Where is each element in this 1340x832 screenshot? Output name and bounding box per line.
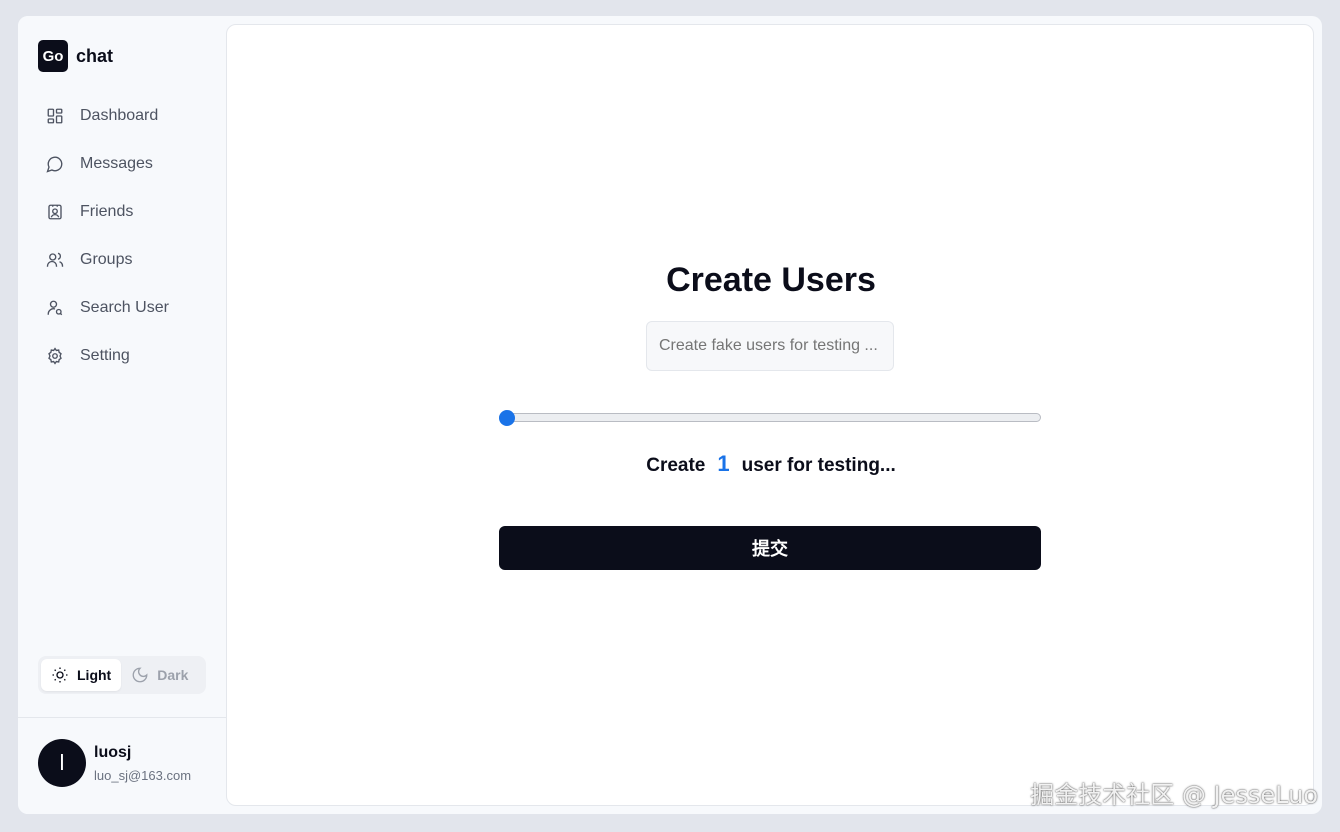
sidebar-item-groups[interactable]: Groups [38, 236, 208, 284]
sidebar-item-search-user[interactable]: Search User [38, 284, 208, 332]
sidebar-item-dashboard[interactable]: Dashboard [38, 92, 208, 140]
gear-icon [46, 346, 76, 366]
sidebar-item-label: Friends [80, 203, 134, 220]
sidebar-item-label: Search User [80, 299, 169, 316]
user-profile[interactable]: l luosj luo_sj@163.com [18, 717, 226, 814]
theme-light-button[interactable]: Light [41, 659, 122, 691]
contact-card-icon [46, 202, 76, 222]
moon-icon [132, 667, 148, 683]
theme-light-label: Light [77, 667, 112, 683]
theme-dark-button[interactable]: Dark [121, 659, 198, 691]
count-suffix: user for testing... [741, 455, 896, 476]
sun-icon [52, 667, 68, 683]
sidebar-item-label: Messages [80, 155, 153, 172]
main-panel: Create Users Create1user for testing... … [226, 24, 1314, 806]
user-name: luosj [94, 744, 132, 761]
brand-name: chat [76, 45, 114, 66]
submit-button[interactable]: 提交 [499, 526, 1041, 570]
user-email: luo_sj@163.com [94, 768, 192, 783]
page-title: Create Users [666, 261, 876, 299]
user-count-slider[interactable] [499, 413, 1041, 422]
brand-logo: Go [38, 40, 68, 72]
user-search-icon [46, 298, 76, 318]
sidebar-nav: Dashboard Messages Friends Groups Search… [38, 92, 208, 380]
users-icon [46, 250, 76, 270]
sidebar-item-messages[interactable]: Messages [38, 140, 208, 188]
count-summary: Create 1 user for testing... [227, 451, 1315, 477]
sidebar-item-label: Groups [80, 251, 133, 268]
count-prefix: Create [646, 455, 706, 476]
sidebar-item-label: Setting [80, 347, 130, 364]
count-value: 1 [717, 451, 730, 476]
brand[interactable]: Go chat [38, 40, 113, 72]
avatar: l [38, 739, 86, 787]
slider-thumb[interactable] [499, 410, 515, 426]
sidebar-item-label: Dashboard [80, 107, 159, 124]
description-input[interactable] [646, 321, 894, 371]
sidebar-item-setting[interactable]: Setting [38, 332, 208, 380]
theme-dark-label: Dark [157, 667, 189, 683]
watermark: 掘金技术社区 @ JesseLuo [1030, 781, 1318, 809]
theme-toggle: Light Dark [38, 656, 206, 694]
sidebar-item-friends[interactable]: Friends [38, 188, 208, 236]
app-window: Go chat Dashboard Messages Friends Group… [18, 16, 1322, 814]
sidebar: Go chat Dashboard Messages Friends Group… [18, 16, 226, 814]
message-circle-icon [46, 154, 76, 174]
dashboard-icon [46, 106, 76, 126]
